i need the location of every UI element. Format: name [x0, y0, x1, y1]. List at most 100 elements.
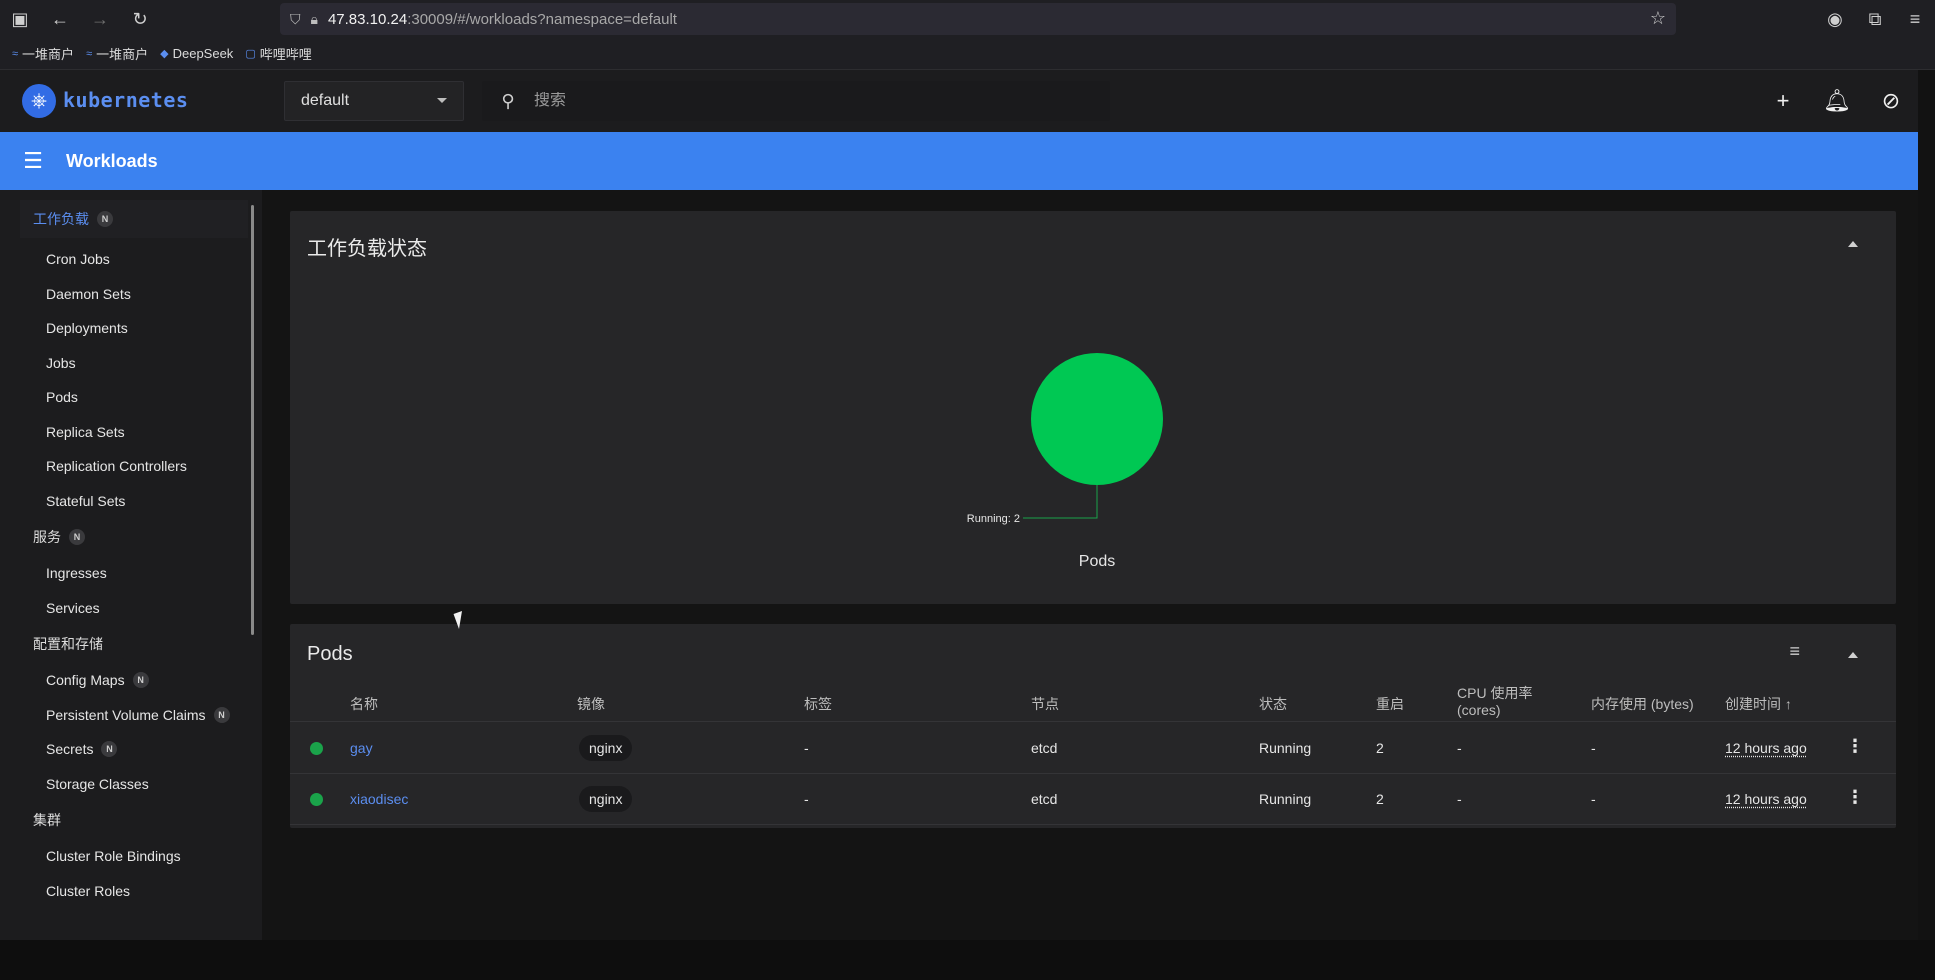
sidebar-item-label: Replica Sets	[46, 423, 125, 440]
browser-menu-icon[interactable]: ≡	[1895, 0, 1935, 38]
sidebar-item-label: Stateful Sets	[46, 492, 126, 509]
bookmark-label: DeepSeek	[172, 46, 234, 61]
bookmark-item[interactable]: ≈ 一堆商户	[12, 44, 74, 63]
sidebar-section-label: 配置和存储	[33, 636, 103, 652]
sidebar-section-label: 集群	[33, 812, 61, 828]
main-content: 工作负载状态 Running: 2 Pods Pods ≡ 名称 镜像 标签 节…	[262, 190, 1918, 940]
column-header-name[interactable]: 名称	[350, 694, 378, 714]
filter-icon[interactable]: ≡	[1789, 641, 1800, 662]
url-host: 47.83.10.24	[327, 10, 408, 28]
sidebar-item-storage-classes[interactable]: Storage Classes	[0, 767, 262, 802]
pie-slice-running	[1031, 353, 1163, 485]
bookmark-star-icon[interactable]: ☆	[1650, 8, 1666, 29]
pod-memory: -	[1591, 740, 1596, 756]
bookmark-item[interactable]: ▢ 哔哩哔哩	[245, 44, 311, 63]
sort-ascending-icon: ↑	[1784, 696, 1792, 712]
sidebar-section-services[interactable]: 服务 N	[0, 518, 262, 556]
pod-labels: -	[804, 740, 809, 756]
sidebar-item-label: Secrets	[46, 741, 94, 758]
namespace-select[interactable]: default	[284, 81, 464, 121]
sidebar-item-cluster-role-bindings[interactable]: Cluster Role Bindings	[0, 839, 262, 874]
lock-icon: 🔒︎	[310, 10, 318, 27]
sidebar-section-workloads[interactable]: 工作负载 N	[20, 200, 248, 238]
search-input[interactable]	[534, 92, 1094, 110]
column-header-image: 镜像	[577, 696, 605, 712]
sidebar-item-label: Ingresses	[46, 565, 107, 582]
reload-icon[interactable]: ↻	[120, 0, 160, 38]
bookmark-item[interactable]: ≈ 一堆商户	[86, 44, 148, 63]
sidebar-item-label: Cluster Roles	[46, 882, 131, 899]
sidebar-item-services[interactable]: Services	[0, 591, 262, 626]
sidebar-item-persistent-volume-claims[interactable]: Persistent Volume Claims N	[0, 698, 262, 733]
sidebar-item-label: Config Maps	[46, 672, 125, 689]
new-badge: N	[69, 529, 85, 545]
title-toolbar: ☰ Workloads	[0, 132, 1918, 190]
sidebar-item-deployments[interactable]: Deployments	[0, 311, 262, 346]
sidebar-section-label: 服务	[33, 529, 61, 545]
sidebar-section-cluster[interactable]: 集群	[0, 801, 262, 839]
app-header: ⎈ kubernetes default ⚲ + 🔔︎ ⊘	[0, 70, 1918, 132]
bookmark-item[interactable]: ◆ DeepSeek	[160, 46, 233, 61]
column-header-labels: 标签	[804, 696, 832, 712]
bookmark-icon: ≈	[12, 47, 19, 60]
sidebar-item-cron-jobs[interactable]: Cron Jobs	[0, 242, 262, 277]
kubernetes-logo-icon[interactable]: ⎈	[22, 84, 56, 118]
pod-name-link[interactable]: xiaodisec	[350, 791, 408, 807]
pod-cpu: -	[1457, 791, 1462, 807]
pie-leader-line	[1023, 485, 1098, 519]
bookmark-label: 一堆商户	[96, 47, 149, 62]
pod-created: 12 hours ago	[1725, 791, 1807, 807]
logo-text[interactable]: kubernetes	[63, 88, 188, 112]
sidebar-item-label: Storage Classes	[46, 775, 149, 792]
forward-icon[interactable]: →	[80, 0, 120, 38]
back-icon[interactable]: ←	[40, 0, 80, 38]
pod-memory: -	[1591, 791, 1596, 807]
bilibili-icon: ▢	[245, 48, 256, 60]
chart-title: Pods	[1079, 553, 1115, 570]
bookmarks-bar: ≈ 一堆商户 ≈ 一堆商户 ◆ DeepSeek ▢ 哔哩哔哩	[0, 38, 1935, 70]
user-menu-button[interactable]: ⊘	[1864, 70, 1918, 132]
row-actions-kebab-icon[interactable]: ⋮	[1846, 736, 1864, 757]
sidebar-item-pods[interactable]: Pods	[0, 380, 262, 415]
new-badge: N	[132, 672, 149, 689]
running-status-icon	[310, 742, 323, 755]
account-icon[interactable]: ◉	[1815, 0, 1855, 38]
sidebar-item-secrets[interactable]: Secrets N	[0, 732, 262, 767]
table-row: xiaodisec nginx - etcd Running 2 - - 12 …	[290, 774, 1896, 825]
column-header-node[interactable]: 节点	[1031, 694, 1059, 714]
address-bar[interactable]: ⛉ 🔒︎ 47.83.10.24:30009/#/workloads?names…	[280, 3, 1676, 35]
sidebar-item-label: Services	[46, 599, 100, 616]
column-header-created[interactable]: 创建时间 ↑	[1725, 694, 1792, 714]
hamburger-menu-icon[interactable]: ☰	[0, 148, 66, 174]
sidebar-item-daemon-sets[interactable]: Daemon Sets	[0, 277, 262, 312]
sidebar-item-config-maps[interactable]: Config Maps N	[0, 663, 262, 698]
notifications-button[interactable]: 🔔︎	[1810, 70, 1864, 132]
sidebar-item-cluster-roles[interactable]: Cluster Roles	[0, 874, 262, 909]
sidebar-item-label: Cluster Role Bindings	[46, 848, 181, 865]
sidebar-item-replica-sets[interactable]: Replica Sets	[0, 415, 262, 450]
new-badge: N	[101, 741, 118, 758]
sidebar-item-replication-controllers[interactable]: Replication Controllers	[0, 449, 262, 484]
sidebar-item-label: Daemon Sets	[46, 285, 131, 302]
sidebar-item-label: Persistent Volume Claims	[46, 706, 206, 723]
sidebar-item-ingresses[interactable]: Ingresses	[0, 556, 262, 591]
collapse-icon[interactable]	[1848, 652, 1858, 658]
sidebar-scrollbar[interactable]	[251, 205, 254, 635]
sidebar-item-jobs[interactable]: Jobs	[0, 346, 262, 381]
create-resource-button[interactable]: +	[1756, 70, 1810, 132]
sidebar-item-stateful-sets[interactable]: Stateful Sets	[0, 484, 262, 519]
page-title: Workloads	[66, 150, 158, 171]
row-actions-kebab-icon[interactable]: ⋮	[1846, 787, 1864, 808]
sidebar-toggle-icon[interactable]: ▣	[0, 0, 40, 38]
shield-icon: ⛉	[290, 10, 301, 27]
pod-labels: -	[804, 791, 809, 807]
bookmark-label: 一堆商户	[22, 47, 75, 62]
pod-name-link[interactable]: gay	[350, 740, 373, 756]
sidebar-section-config-storage[interactable]: 配置和存储	[0, 625, 262, 663]
pod-node: etcd	[1031, 791, 1058, 807]
pie-slice-label: Running: 2	[967, 513, 1020, 525]
column-header-status[interactable]: 状态	[1259, 694, 1287, 714]
extensions-icon[interactable]: ⧉	[1855, 0, 1895, 38]
image-chip: nginx	[579, 735, 633, 761]
sidebar-item-label: Deployments	[46, 320, 128, 337]
